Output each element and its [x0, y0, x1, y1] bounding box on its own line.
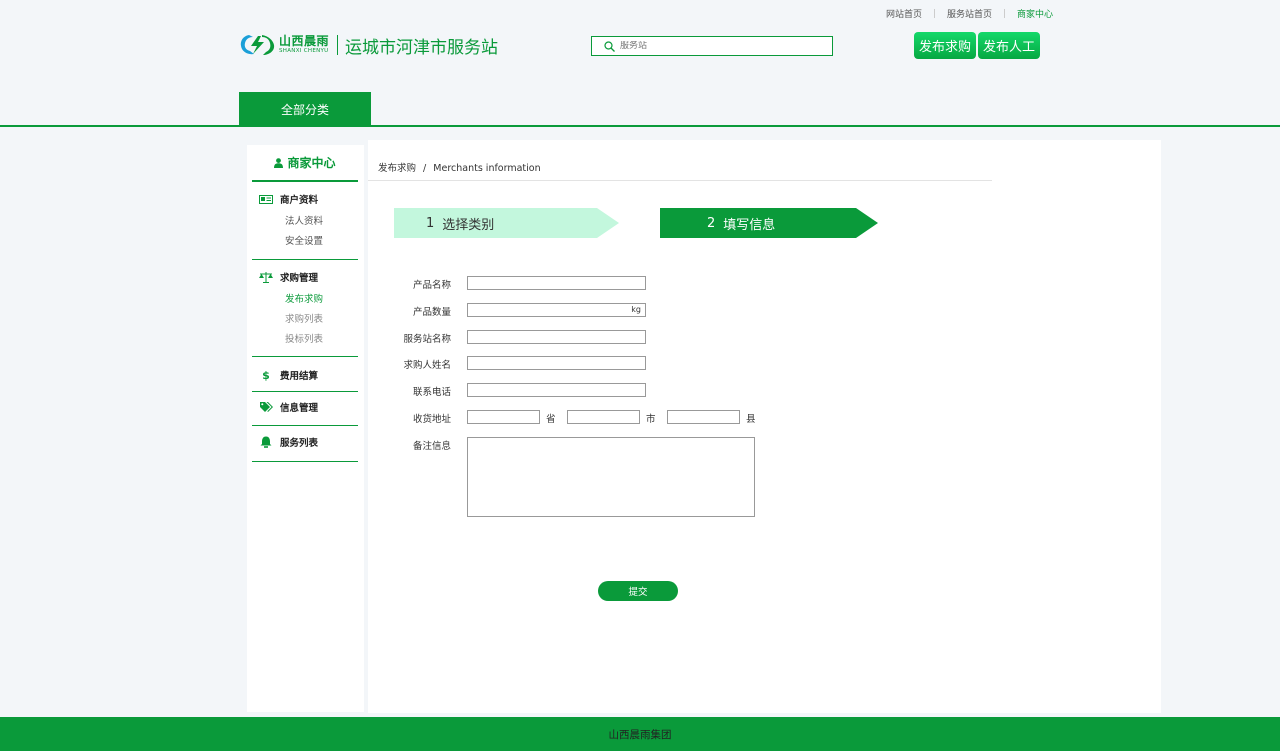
logo-divider	[337, 35, 339, 55]
divider	[252, 461, 358, 462]
step-1: 1 选择类别	[394, 208, 619, 238]
divider	[252, 425, 358, 426]
sidebar-subitem-publish-purchase[interactable]: 发布求购	[285, 291, 323, 305]
sidebar-subitem-security[interactable]: 安全设置	[285, 233, 323, 247]
sidebar: 商家中心 商户资料 法人资料 安全设置 求购管理 发布求购 求购列表 投标列表 …	[247, 145, 364, 712]
sidebar-item-merchant-info[interactable]: 商户资料	[252, 191, 358, 207]
form-row-product-qty: 产品数量 kg	[368, 303, 868, 318]
logo-en-text: SHANXI CHENYU	[279, 48, 329, 55]
form-row-address: 收货地址 省 市 县	[368, 410, 868, 425]
breadcrumb: 发布求购 / Merchants information	[378, 160, 541, 174]
step-2-label: 填写信息	[723, 217, 776, 233]
breadcrumb-separator: /	[423, 163, 427, 174]
sidebar-title: 商家中心	[287, 156, 336, 170]
logo-icon	[240, 33, 276, 57]
site-title: 运城市河津市服务站	[345, 37, 499, 58]
product-name-input[interactable]	[467, 276, 646, 290]
province-input[interactable]	[467, 410, 540, 424]
link-merchant-center[interactable]: 商家中心	[1011, 7, 1059, 20]
address-label: 收货地址	[412, 414, 451, 425]
submit-button[interactable]: 提交	[598, 581, 678, 601]
county-suffix: 县	[746, 414, 756, 425]
nav-underline	[0, 125, 1280, 127]
sidebar-item-service-list[interactable]: 服务列表	[252, 434, 358, 450]
id-card-icon	[259, 194, 273, 204]
publish-purchase-button[interactable]: 发布求购	[914, 32, 976, 59]
divider	[368, 180, 992, 181]
city-suffix: 市	[646, 414, 656, 425]
sidebar-subitem-legal-info[interactable]: 法人资料	[285, 213, 323, 227]
buyer-name-label: 求购人姓名	[403, 360, 451, 371]
bell-icon	[260, 436, 272, 448]
sidebar-item-label: 商户资料	[280, 195, 319, 206]
county-input[interactable]	[667, 410, 740, 424]
step-2-number: 2	[707, 215, 716, 231]
footer: 山西晨雨集团	[0, 717, 1280, 751]
sidebar-subitem-purchase-list[interactable]: 求购列表	[285, 311, 323, 325]
divider	[1004, 8, 1006, 18]
main-panel: 发布求购 / Merchants information 1 选择类别 2 填写…	[368, 140, 1161, 713]
search-box	[591, 36, 833, 56]
breadcrumb-sub: Merchants information	[433, 163, 541, 174]
sidebar-item-label: 信息管理	[280, 403, 319, 414]
dollar-icon: $	[262, 368, 270, 382]
sidebar-item-label: 服务列表	[280, 438, 319, 449]
form-row-product-name: 产品名称	[368, 276, 868, 291]
publish-labor-button[interactable]: 发布人工	[978, 32, 1040, 59]
sidebar-item-info-manage[interactable]: 信息管理	[252, 399, 358, 415]
step-1-label: 选择类别	[442, 217, 495, 233]
sidebar-item-label: 费用结算	[280, 371, 319, 382]
search-input[interactable]	[620, 41, 820, 51]
link-site-home[interactable]: 网站首页	[880, 7, 928, 20]
divider	[252, 391, 358, 392]
sidebar-subitem-bid-list[interactable]: 投标列表	[285, 331, 323, 345]
form-row-station-name: 服务站名称	[368, 330, 868, 345]
phone-label: 联系电话	[412, 387, 451, 398]
station-name-label: 服务站名称	[403, 334, 451, 345]
remark-textarea[interactable]	[467, 437, 755, 517]
tags-icon	[259, 402, 273, 412]
all-categories-button[interactable]: 全部分类	[239, 92, 371, 126]
form-row-phone: 联系电话	[368, 383, 868, 398]
footer-text: 山西晨雨集团	[608, 728, 672, 741]
qty-unit: kg	[631, 305, 641, 314]
province-suffix: 省	[546, 414, 556, 425]
city-input[interactable]	[567, 410, 640, 424]
logo[interactable]: 山西晨雨 SHANXI CHENYU 运城市河津市服务站	[240, 32, 498, 58]
step-1-number: 1	[426, 215, 435, 231]
logo-cn-text: 山西晨雨	[279, 34, 330, 49]
step-2: 2 填写信息	[660, 208, 878, 238]
sidebar-item-label: 求购管理	[280, 273, 319, 284]
form-row-remark: 备注信息	[368, 437, 868, 519]
sidebar-item-billing[interactable]: $ 费用结算	[252, 367, 358, 383]
top-links: 网站首页 服务站首页 商家中心	[880, 6, 1059, 20]
divider	[252, 259, 358, 260]
phone-input[interactable]	[467, 383, 646, 397]
product-qty-label: 产品数量	[412, 307, 451, 318]
buyer-name-input[interactable]	[467, 356, 646, 370]
sidebar-item-purchase-manage[interactable]: 求购管理	[252, 269, 358, 285]
form-row-buyer-name: 求购人姓名	[368, 356, 868, 371]
divider	[252, 356, 358, 357]
sidebar-header: 商家中心	[252, 145, 358, 182]
product-name-label: 产品名称	[412, 280, 451, 291]
link-station-home[interactable]: 服务站首页	[941, 7, 998, 20]
divider	[934, 8, 936, 18]
remark-label: 备注信息	[412, 441, 451, 452]
search-icon	[604, 40, 615, 52]
station-name-input[interactable]	[467, 330, 646, 344]
scale-icon	[259, 271, 273, 283]
user-icon	[274, 157, 284, 168]
breadcrumb-current[interactable]: 发布求购	[378, 163, 416, 174]
product-qty-input[interactable]: kg	[467, 303, 646, 317]
